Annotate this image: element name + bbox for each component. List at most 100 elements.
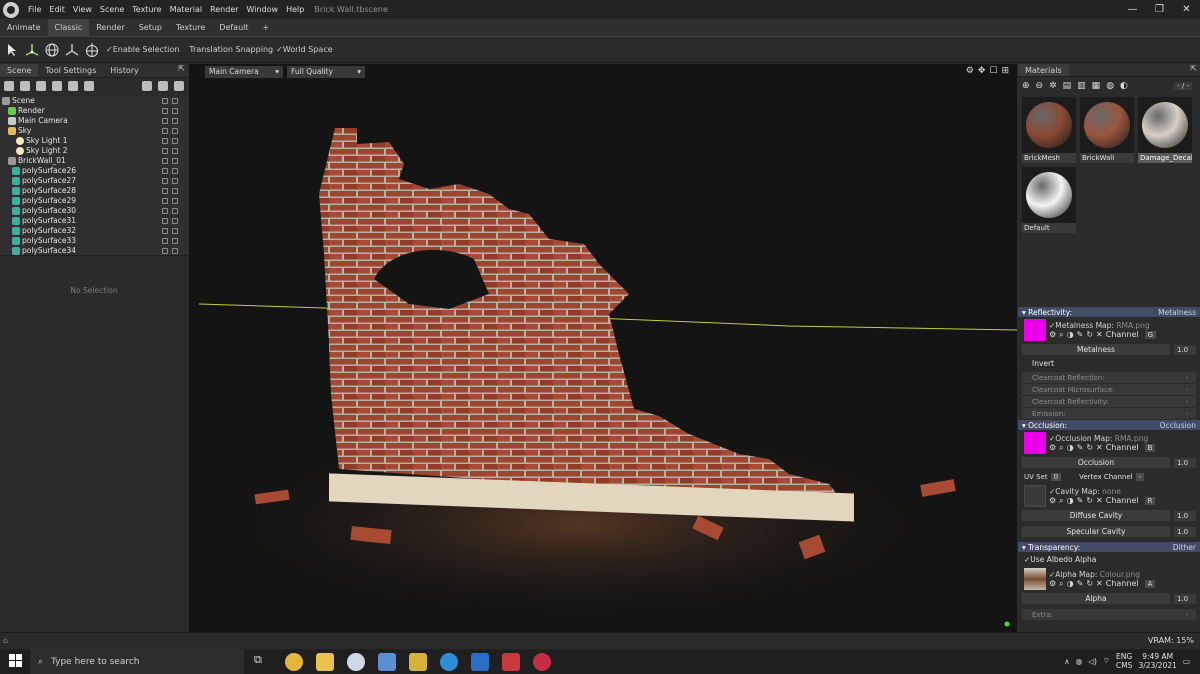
material-settings-icon[interactable]: ✲: [1049, 81, 1057, 91]
file-explorer-icon[interactable]: [316, 652, 334, 671]
undock-icon[interactable]: ⇱: [1190, 64, 1197, 76]
visibility-icon[interactable]: [172, 138, 178, 144]
uv-set-select[interactable]: 0: [1050, 472, 1062, 481]
material-thumbnail[interactable]: BrickWall: [1080, 97, 1134, 163]
close-icon[interactable]: ✕: [1096, 496, 1103, 505]
duplicate-icon[interactable]: [142, 81, 152, 91]
gear-icon[interactable]: ⚙: [1049, 579, 1056, 588]
metalness-value[interactable]: 1.0: [1174, 344, 1196, 355]
diffuse-cavity-value[interactable]: 1.0: [1174, 510, 1196, 521]
reload-icon[interactable]: ↻: [1086, 330, 1093, 339]
enable-selection-checkbox[interactable]: ✓Enable Selection: [106, 45, 179, 54]
material-thumbnail[interactable]: Damage_Decals: [1138, 97, 1192, 163]
tree-item[interactable]: Scene: [0, 96, 188, 106]
menu-scene[interactable]: Scene: [96, 5, 128, 14]
metalness-channel-select[interactable]: G: [1144, 330, 1157, 339]
notifications-icon[interactable]: ▭: [1183, 657, 1190, 666]
flip-icon[interactable]: ◑: [1067, 443, 1074, 452]
menu-material[interactable]: Material: [166, 5, 207, 14]
chrome-icon[interactable]: [285, 652, 303, 671]
alpha-slider[interactable]: Alpha: [1022, 593, 1170, 604]
lock-icon[interactable]: [162, 128, 168, 134]
tree-item[interactable]: polySurface26: [0, 166, 188, 176]
viewport-grid-icon[interactable]: ⊞: [1001, 66, 1009, 76]
flip-icon[interactable]: ◑: [1067, 496, 1074, 505]
edit-icon[interactable]: ✎: [1077, 443, 1084, 452]
close-icon[interactable]: ✕: [1096, 443, 1103, 452]
apply-material-icon[interactable]: ◍: [1106, 81, 1114, 91]
lock-icon[interactable]: [162, 188, 168, 194]
edit-icon[interactable]: ✎: [1077, 330, 1084, 339]
visibility-icon[interactable]: [172, 198, 178, 204]
lock-icon[interactable]: [162, 168, 168, 174]
photos-icon[interactable]: [378, 652, 396, 671]
copy-icon[interactable]: [158, 81, 168, 91]
new-material-icon[interactable]: ⊕: [1022, 81, 1030, 91]
menu-render[interactable]: Render: [206, 5, 242, 14]
lock-icon[interactable]: [162, 238, 168, 244]
cavity-channel-select[interactable]: R: [1144, 496, 1156, 505]
add-group-icon[interactable]: [52, 81, 62, 91]
visibility-icon[interactable]: [172, 118, 178, 124]
tab-animate[interactable]: Animate: [0, 19, 48, 36]
occlusion-slider[interactable]: Occlusion: [1022, 457, 1170, 468]
tab-classic[interactable]: Classic: [47, 19, 90, 36]
material-list-icon[interactable]: ▥: [1077, 81, 1086, 91]
app-icon[interactable]: [409, 652, 427, 671]
visibility-icon[interactable]: [172, 108, 178, 114]
menu-edit[interactable]: Edit: [45, 5, 69, 14]
reload-icon[interactable]: ↻: [1086, 443, 1093, 452]
visibility-icon[interactable]: [172, 158, 178, 164]
lock-icon[interactable]: [162, 198, 168, 204]
material-thumbnail[interactable]: Default: [1022, 167, 1076, 233]
collapsed-section[interactable]: Clearcoat Microsurface: -: [1022, 384, 1196, 395]
tab-tool-settings[interactable]: Tool Settings: [38, 64, 103, 77]
occlusion-mode-dropdown[interactable]: Occlusion: [1160, 421, 1196, 430]
transform-tool-icon[interactable]: [83, 41, 100, 58]
pick-material-icon[interactable]: ◐: [1120, 81, 1128, 91]
lock-icon[interactable]: [162, 228, 168, 234]
restore-icon[interactable]: ❐: [1146, 0, 1173, 19]
reflectivity-section[interactable]: ▾ Reflectivity: Metalness: [1018, 307, 1200, 317]
network-icon[interactable]: ◍: [1076, 657, 1083, 666]
visibility-icon[interactable]: [172, 248, 178, 254]
add-camera-icon[interactable]: [36, 81, 46, 91]
viewport[interactable]: Main Camera ▾ Full Quality ▾ ⚙ ✥ ☐ ⊞: [189, 64, 1017, 632]
tree-item[interactable]: Sky: [0, 126, 188, 136]
tree-item[interactable]: polySurface30: [0, 206, 188, 216]
undock-icon[interactable]: ⇱: [178, 64, 185, 77]
alpha-channel-select[interactable]: A: [1144, 579, 1156, 588]
lock-icon[interactable]: [162, 218, 168, 224]
visibility-icon[interactable]: [172, 168, 178, 174]
tree-item[interactable]: Sky Light 1: [0, 136, 188, 146]
add-sky-icon[interactable]: [84, 81, 94, 91]
tree-item[interactable]: polySurface31: [0, 216, 188, 226]
tab-setup[interactable]: Setup: [132, 19, 169, 36]
trash-icon[interactable]: ▦: [1092, 81, 1101, 91]
metalness-map-swatch[interactable]: [1024, 319, 1046, 341]
close-icon[interactable]: ✕: [1096, 330, 1103, 339]
toolbag-icon[interactable]: [533, 652, 551, 671]
lock-icon[interactable]: [162, 148, 168, 154]
tab-history[interactable]: History: [103, 64, 145, 77]
use-albedo-alpha-checkbox[interactable]: ✓ Use Albedo Alpha: [1018, 552, 1200, 567]
mail-icon[interactable]: [471, 652, 489, 671]
visibility-icon[interactable]: [172, 238, 178, 244]
invert-checkbox[interactable]: Invert: [1018, 356, 1200, 371]
alpha-value[interactable]: 1.0: [1174, 593, 1196, 604]
translation-snapping-checkbox[interactable]: Translation Snapping: [189, 45, 273, 54]
viewport-settings-icon[interactable]: ⚙: [966, 66, 974, 76]
menu-help[interactable]: Help: [282, 5, 308, 14]
search-icon[interactable]: ⌕: [1059, 579, 1063, 589]
gear-icon[interactable]: ⚙: [1049, 330, 1056, 339]
tab-materials[interactable]: Materials: [1018, 64, 1069, 76]
duplicate-material-icon[interactable]: ⊖: [1036, 81, 1044, 91]
occlusion-section[interactable]: ▾ Occlusion: Occlusion: [1018, 420, 1200, 430]
lock-icon[interactable]: [162, 178, 168, 184]
occlusion-map-swatch[interactable]: [1024, 432, 1046, 454]
tab-render[interactable]: Render: [89, 19, 131, 36]
lock-icon[interactable]: [162, 158, 168, 164]
minimize-icon[interactable]: —: [1119, 0, 1146, 19]
visibility-icon[interactable]: [172, 188, 178, 194]
tree-item[interactable]: polySurface34: [0, 246, 188, 256]
